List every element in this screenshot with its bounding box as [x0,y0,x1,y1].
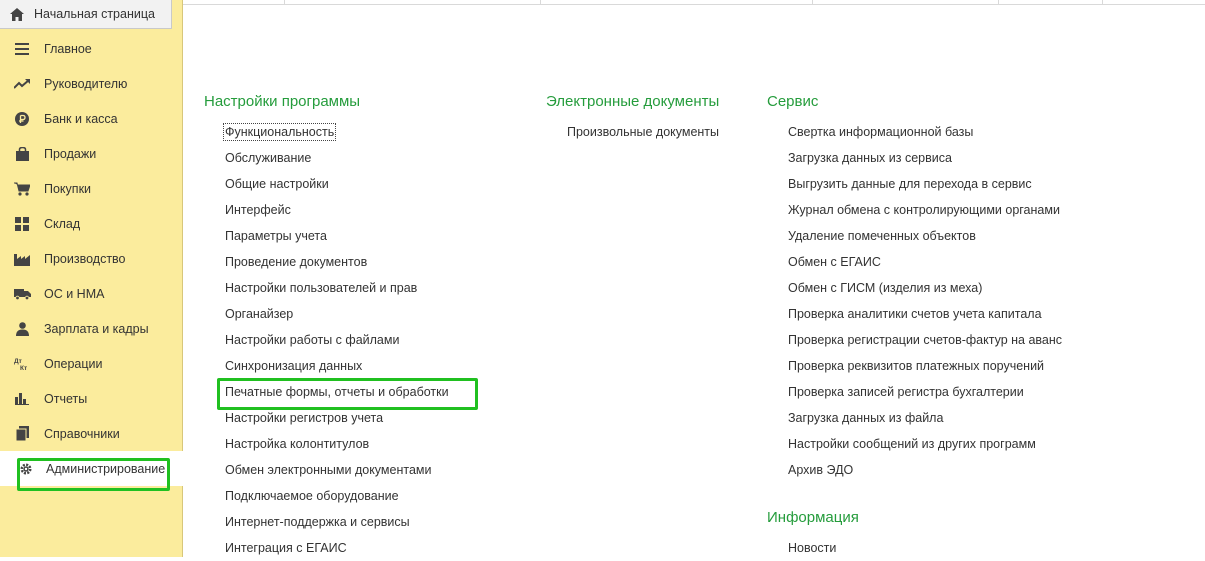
sidebar-item-label: Отчеты [44,391,88,406]
separator [1102,0,1103,4]
menu-icon [13,40,31,58]
highlight-frame-print-forms [217,378,478,410]
home-icon [9,6,25,22]
sidebar-item-label: Операции [44,356,103,371]
sidebar-item-warehouse[interactable]: Склад [0,206,182,241]
link-ledger-records-check[interactable]: Проверка записей регистра бухгалтерии [767,379,1062,405]
ruble-icon [13,110,31,128]
link-edo-archive[interactable]: Архив ЭДО [767,457,1062,483]
link-edoc-exchange[interactable]: Обмен электронными документами [204,457,449,483]
separator [998,0,999,4]
link-accounting-params[interactable]: Параметры учета [204,223,449,249]
settings-group: Настройки программы Функциональность Обс… [204,93,449,561]
sidebar-item-reports[interactable]: Отчеты [0,381,182,416]
cart-icon [13,180,31,198]
link-headers-footers[interactable]: Настройка колонтитулов [204,431,449,457]
group-title-info: Информация [767,509,859,526]
link-users-rights[interactable]: Настройки пользователей и прав [204,275,449,301]
separator [540,0,541,4]
service-group: Сервис Свертка информационной базы Загру… [767,93,1062,483]
link-organizer[interactable]: Органайзер [204,301,449,327]
sidebar-item-manager[interactable]: Руководителю [0,66,182,101]
sidebar-item-purchases[interactable]: Покупки [0,171,182,206]
sidebar-item-label: Продажи [44,146,97,161]
link-arbitrary-documents[interactable]: Произвольные документы [546,119,719,145]
sidebar-item-label: Покупки [44,181,92,196]
trend-icon [13,75,31,93]
sections-list: Главное Руководителю Банк и касса Продаж… [0,31,183,486]
link-regulator-exchange-log[interactable]: Журнал обмена с контролирующими органами [767,197,1062,223]
highlight-frame-administration [17,458,170,491]
link-load-from-service[interactable]: Загрузка данных из сервиса [767,145,1062,171]
books-icon [13,425,31,443]
sidebar-item-sales[interactable]: Продажи [0,136,182,171]
group-title-edocs: Электронные документы [546,93,720,110]
truck-icon [13,285,31,303]
sidebar-item-bank[interactable]: Банк и касса [0,101,182,136]
sidebar-item-label: Банк и касса [44,111,118,126]
link-functionality[interactable]: Функциональность [204,119,449,145]
bag-icon [13,145,31,163]
svg-text:Кт: Кт [20,365,27,371]
bar-chart-icon [13,390,31,408]
link-capital-accounts-check[interactable]: Проверка аналитики счетов учета капитала [767,301,1062,327]
link-delete-marked[interactable]: Удаление помеченных объектов [767,223,1062,249]
link-interface[interactable]: Интерфейс [204,197,449,223]
home-tab-label: Начальная страница [34,7,155,21]
factory-icon [13,250,31,268]
person-icon [13,320,31,338]
link-advance-invoices-check[interactable]: Проверка регистрации счетов-фактур на ав… [767,327,1062,353]
sidebar-item-hr[interactable]: Зарплата и кадры [0,311,182,346]
sidebar-item-label: Руководителю [44,76,128,91]
link-internet-support[interactable]: Интернет-поддержка и сервисы [204,509,449,535]
sidebar-item-label: Зарплата и кадры [44,321,149,336]
sidebar-item-main[interactable]: Главное [0,31,182,66]
sidebar-item-label: Производство [44,251,126,266]
link-news[interactable]: Новости [767,535,859,561]
link-messages-settings[interactable]: Настройки сообщений из других программ [767,431,1062,457]
top-panel-strip [183,0,1205,5]
link-egais-exchange[interactable]: Обмен с ЕГАИС [767,249,1062,275]
edocs-group: Электронные документы Произвольные докум… [546,93,719,145]
group-title-service: Сервис [767,93,819,110]
sidebar-item-fixed-assets[interactable]: ОС и НМА [0,276,182,311]
link-equipment[interactable]: Подключаемое оборудование [204,483,449,509]
sidebar-item-label: Справочники [44,426,120,441]
link-egais-integration[interactable]: Интеграция с ЕГАИС [204,535,449,561]
link-export-to-service[interactable]: Выгрузить данные для перехода в сервис [767,171,1062,197]
dt-kt-icon: Дт Кт [13,355,31,373]
link-general-settings[interactable]: Общие настройки [204,171,449,197]
link-file-settings[interactable]: Настройки работы с файлами [204,327,449,353]
grid-icon [13,215,31,233]
link-gism-exchange[interactable]: Обмен с ГИСМ (изделия из меха) [767,275,1062,301]
separator [284,0,285,4]
svg-text:Дт: Дт [14,358,22,365]
sidebar-item-production[interactable]: Производство [0,241,182,276]
info-group: Информация Новости [767,509,859,561]
link-db-collapse[interactable]: Свертка информационной базы [767,119,1062,145]
link-maintenance[interactable]: Обслуживание [204,145,449,171]
sidebar-item-catalogs[interactable]: Справочники [0,416,182,451]
sidebar-item-operations[interactable]: Дт Кт Операции [0,346,182,381]
separator [812,0,813,4]
home-tab[interactable]: Начальная страница [0,0,172,29]
group-title-settings: Настройки программы [204,93,361,110]
link-document-posting[interactable]: Проведение документов [204,249,449,275]
sidebar-item-label: Главное [44,41,92,56]
link-payment-orders-check[interactable]: Проверка реквизитов платежных поручений [767,353,1062,379]
link-data-sync[interactable]: Синхронизация данных [204,353,449,379]
sidebar-item-label: Склад [44,216,81,231]
link-load-from-file[interactable]: Загрузка данных из файла [767,405,1062,431]
sidebar-item-label: ОС и НМА [44,286,105,301]
